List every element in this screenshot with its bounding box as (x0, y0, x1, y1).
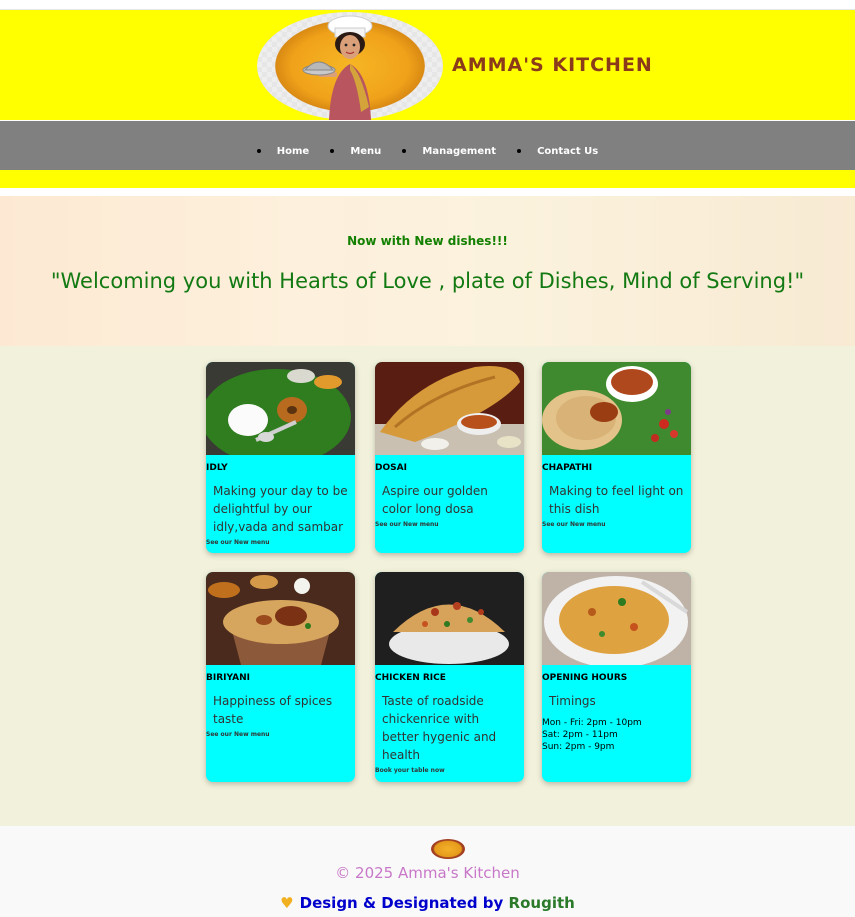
announcement-text: Now with New dishes!!! (347, 234, 508, 248)
menu-card-chicken-rice[interactable]: CHICKEN RICE Taste of roadside chickenri… (375, 572, 524, 782)
card-link[interactable]: Book your table now (375, 767, 524, 774)
card-description: Happiness of spices taste (213, 694, 333, 726)
menu-card-biriyani[interactable]: BIRIYANI Happiness of spices taste See o… (206, 572, 355, 782)
bullet-icon (256, 149, 261, 153)
menu-card-idly[interactable]: IDLY Making your day to be delightful by… (206, 362, 355, 553)
nav-home-label[interactable]: Home (277, 146, 309, 157)
card-title: DOSAI (375, 463, 407, 473)
card-title: IDLY (206, 463, 228, 473)
main-nav: Home Menu Management Contact Us (0, 121, 855, 170)
menu-section: IDLY Making your day to be delightful by… (0, 346, 855, 826)
footer-logo-icon (431, 839, 465, 859)
nav-item-menu[interactable]: Menu (330, 146, 381, 158)
card-link[interactable]: See our New menu (542, 521, 691, 528)
kothu-parotta-image-icon (542, 572, 691, 665)
nav-management-label[interactable]: Management (422, 146, 496, 157)
nav-item-home[interactable]: Home (256, 146, 309, 158)
idly-plate-image-icon (206, 362, 355, 455)
copyright-text: © 2025 Amma's Kitchen (335, 864, 520, 882)
nav-item-management[interactable]: Management (402, 146, 496, 158)
nav-contact-label[interactable]: Contact Us (537, 146, 598, 157)
card-title: CHICKEN RICE (375, 673, 446, 683)
yellow-band (0, 170, 855, 188)
welcome-quote: "Welcoming you with Hearts of Love , pla… (50, 269, 805, 293)
timings-heading: Timings (549, 694, 596, 708)
card-title: CHAPATHI (542, 463, 593, 473)
nav-item-contact[interactable]: Contact Us (517, 146, 598, 158)
card-description: Taste of roadside chickenrice with bette… (382, 694, 497, 762)
spacer (0, 188, 855, 196)
hours-list: Mon - Fri: 2pm - 10pm Sat: 2pm - 11pm Su… (542, 717, 691, 753)
brand-title: AMMA'S KITCHEN (452, 54, 653, 76)
card-description: Making your day to be delightful by our … (213, 484, 348, 534)
bullet-icon (402, 149, 407, 153)
credit-name: Rougith (508, 894, 575, 912)
credit-prefix: Design & Designated by (299, 894, 504, 912)
bullet-icon (330, 149, 335, 153)
top-border (0, 0, 855, 10)
chef-figure-icon (302, 15, 373, 120)
bullet-icon (517, 149, 522, 153)
card-link[interactable]: See our New menu (375, 521, 524, 528)
chicken-rice-image-icon (375, 572, 524, 665)
credit-line: ♥ Design & Designated by Rougith (0, 894, 855, 912)
card-description: Making to feel light on this dish (549, 484, 684, 516)
menu-card-dosai[interactable]: DOSAI Aspire our golden color long dosa … (375, 362, 524, 553)
opening-hours-card: OPENING HOURS Timings Mon - Fri: 2pm - 1… (542, 572, 691, 782)
card-description: Aspire our golden color long dosa (382, 484, 488, 516)
site-footer: © 2025 Amma's Kitchen ♥ Design & Designat… (0, 826, 855, 917)
card-title: BIRIYANI (206, 673, 250, 683)
site-header: AMMA'S KITCHEN (0, 10, 855, 120)
menu-card-chapathi[interactable]: CHAPATHI Making to feel light on this di… (542, 362, 691, 553)
card-title: OPENING HOURS (542, 673, 628, 683)
hours-weekday: Mon - Fri: 2pm - 10pm (542, 718, 642, 728)
yellow-heart-icon: ♥ (280, 894, 294, 912)
biriyani-image-icon (206, 572, 355, 665)
card-link[interactable]: See our New menu (206, 539, 355, 546)
hours-sunday: Sun: 2pm - 9pm (542, 742, 615, 752)
hero-banner: Now with New dishes!!! "Welcoming you wi… (0, 196, 855, 346)
chapathi-image-icon (542, 362, 691, 455)
card-link[interactable]: See our New menu (206, 731, 355, 738)
hours-saturday: Sat: 2pm - 11pm (542, 730, 618, 740)
nav-menu-label[interactable]: Menu (350, 146, 381, 157)
dosa-image-icon (375, 362, 524, 455)
chef-lady-logo-icon[interactable] (257, 12, 443, 120)
